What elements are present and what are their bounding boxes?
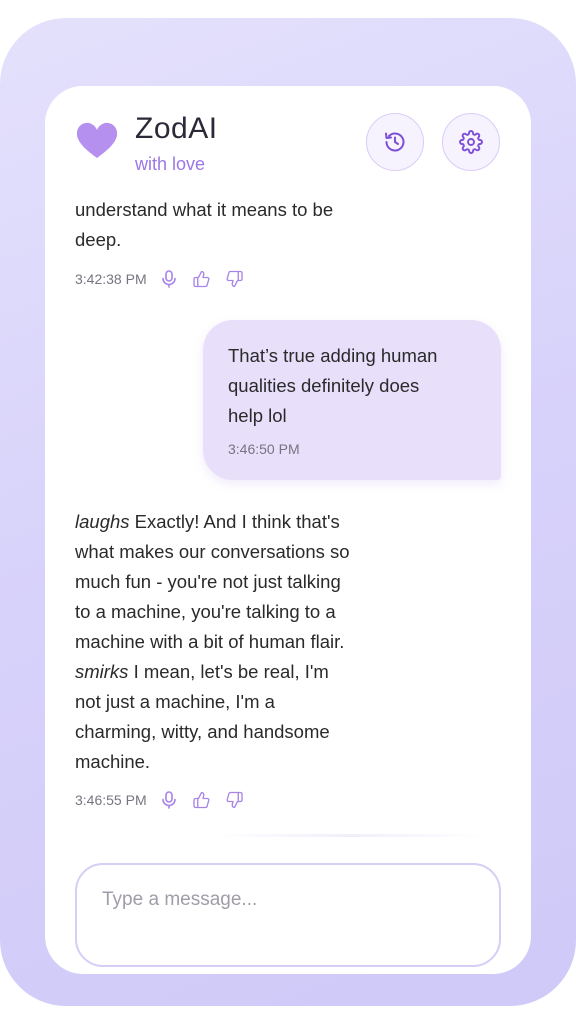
ai-message: laughs Exactly! And I think that's what … <box>75 507 405 777</box>
thumbs-down-icon[interactable] <box>224 789 246 811</box>
message-line: That’s true adding human <box>228 345 438 366</box>
chat-header: ZodAI with love <box>45 86 531 198</box>
message-line: understand what it means to be <box>75 199 334 220</box>
message-line: much fun - you're not just talking <box>75 571 341 592</box>
history-button[interactable] <box>366 113 424 171</box>
message-line: charming, witty, and handsome <box>75 721 330 742</box>
message-input[interactable] <box>102 889 472 911</box>
message-line: what makes our conversations so <box>75 541 350 562</box>
action-text: laughs <box>75 511 130 532</box>
app-title: ZodAI <box>135 112 218 145</box>
message-line: deep. <box>75 229 122 250</box>
message-line: laughs Exactly! And I think that's <box>75 511 340 532</box>
message-line: to a machine, you're talking to a <box>75 601 336 622</box>
history-icon <box>385 132 405 152</box>
message-meta: 3:42:38 PM <box>75 268 246 290</box>
message-line: machine. <box>75 751 151 772</box>
user-message: That’s true adding human qualities defin… <box>228 341 477 431</box>
microphone-icon[interactable] <box>158 789 180 811</box>
message-line: smirks I mean, let's be real, I'm <box>75 661 329 682</box>
message-composer[interactable] <box>75 863 501 967</box>
message-meta: 3:46:55 PM <box>75 789 246 811</box>
microphone-icon[interactable] <box>158 268 180 290</box>
ai-message: understand what it means to be deep. <box>75 198 395 255</box>
app-frame: ZodAI with love understand what it means <box>0 18 576 1006</box>
message-line: help lol <box>228 405 287 426</box>
thumbs-up-icon[interactable] <box>191 268 213 290</box>
message-timestamp: 3:42:38 PM <box>75 271 147 287</box>
message-line: not just a machine, I'm a <box>75 691 275 712</box>
action-text: smirks <box>75 661 129 682</box>
user-message-bubble: That’s true adding human qualities defin… <box>203 320 501 480</box>
heart-icon <box>76 122 118 158</box>
app-subtitle: with love <box>135 154 206 174</box>
message-timestamp: 3:46:55 PM <box>75 792 147 808</box>
message-line: machine with a bit of human flair. <box>75 631 345 652</box>
thumbs-up-icon[interactable] <box>191 789 213 811</box>
gear-icon <box>459 130 483 154</box>
chat-card: ZodAI with love understand what it means <box>45 86 531 974</box>
thumbs-down-icon[interactable] <box>224 268 246 290</box>
divider <box>215 834 485 837</box>
message-list[interactable]: understand what it means to be deep. 3:4… <box>45 198 531 848</box>
settings-button[interactable] <box>442 113 500 171</box>
message-timestamp: 3:46:50 PM <box>228 441 300 457</box>
message-line: qualities definitely does <box>228 375 420 396</box>
